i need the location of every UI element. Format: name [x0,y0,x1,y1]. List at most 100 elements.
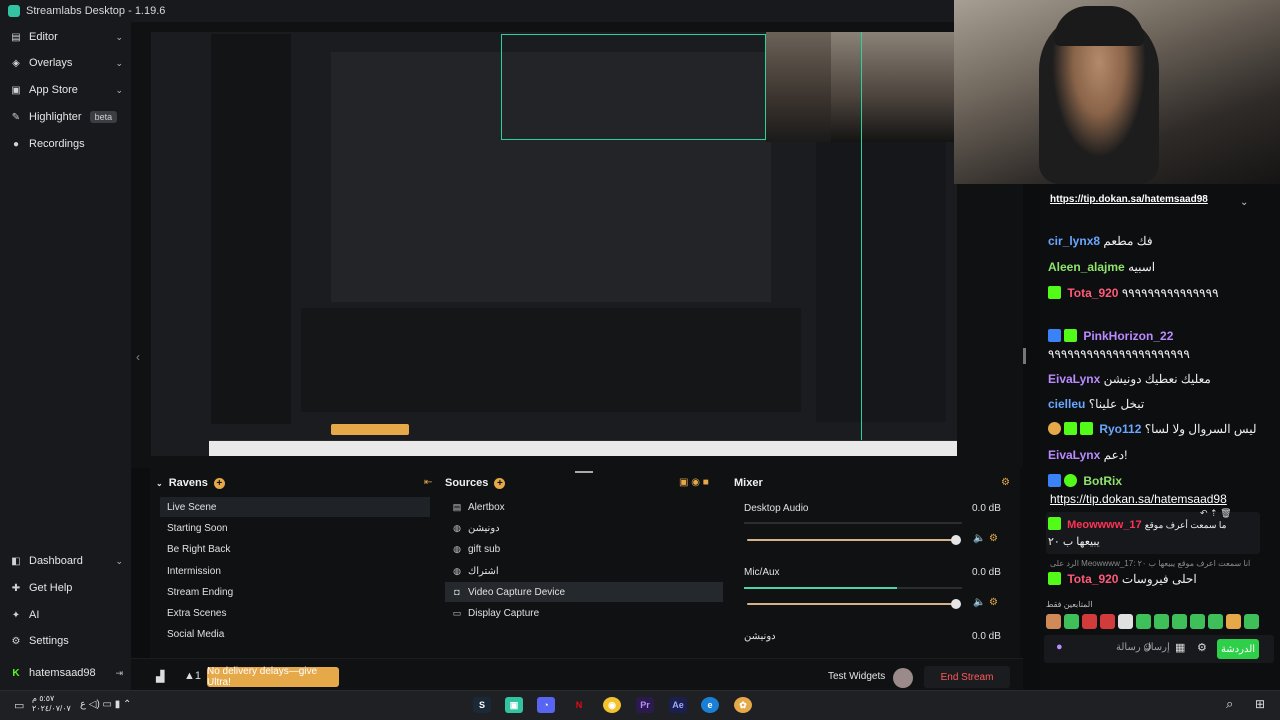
source-item[interactable]: ◍ اشتراك [445,561,723,581]
channel-settings-icon[interactable]: ⚙ [989,597,998,608]
scene-item[interactable]: Intermission [160,561,430,581]
chat-username[interactable]: Tota_920 [1067,286,1118,300]
highlighter-icon: ✎ [11,111,21,123]
network-icon[interactable]: ▭ [14,699,24,712]
chevron-down-icon[interactable]: ⌄ [1240,197,1248,208]
emote-icon[interactable] [1064,614,1079,629]
volume-slider[interactable] [747,599,961,609]
panel-resize-handle[interactable] [1023,348,1026,364]
mixer-settings-icon[interactable]: ⚙ [1001,477,1010,488]
sidebar-item-get-help[interactable]: ✚ Get Help [0,575,131,601]
emote-icon[interactable] [1190,614,1205,629]
chat-username[interactable]: EivaLynx [1048,372,1100,386]
logout-icon[interactable]: ⇥ [115,668,123,679]
panel-drag-handle[interactable] [575,471,593,473]
test-widgets-button[interactable]: Test Widgets [828,671,885,682]
source-item[interactable]: ◘ Video Capture Device [445,582,723,602]
chat-message: Ryo112 ليس السروال ولا لسا؟ [1048,422,1257,436]
stream-preview[interactable] [151,32,957,456]
scene-item[interactable]: Extra Scenes [160,603,430,623]
chevron-down-icon[interactable]: ⌄ [156,479,163,488]
sidebar-item-overlays[interactable]: ◈ Overlays ⌄ [0,50,131,76]
end-stream-button[interactable]: End Stream [924,666,1010,688]
microphone-icon[interactable]: ● [1056,641,1063,653]
source-item[interactable]: ▤ Alertbox [445,497,723,517]
source-item[interactable]: ◍ gift sub [445,539,723,559]
emote-icon[interactable] [1244,614,1259,629]
sidebar-item-recordings[interactable]: ● Recordings [0,131,131,157]
chat-username[interactable]: Tota_920 [1067,572,1118,586]
mute-icon[interactable]: 🔈 [973,533,985,544]
sidebar-item-settings[interactable]: ⚙ Settings [0,628,131,654]
emote-icon[interactable] [1154,614,1169,629]
scene-item[interactable]: Starting Soon [160,518,430,538]
windows-start-icon[interactable]: ⊞ [1255,697,1265,711]
chat-username[interactable]: cielleu [1048,397,1085,411]
sidebar-item-editor[interactable]: ▤ Editor ⌄ [0,24,131,50]
source-item[interactable]: ▭ Display Capture [445,603,723,623]
emote-icon[interactable] [1172,614,1187,629]
pinned-message-link[interactable]: https://tip.dokan.sa/hatemsaad98 [1050,194,1208,205]
streamlabs-icon[interactable]: ✿ [734,697,752,713]
system-tray-icons[interactable]: ع ◁) ▭ ▮ ⌃ [80,699,131,710]
dashboard-icon: ◧ [11,555,21,567]
chat-message-continuation: ٩٩٩٩٩٩٩٩٩٩٩٩٩٩٩٩٩٩٩٩٩٩ [1048,347,1190,361]
store-icon[interactable]: ▦ [1175,641,1185,654]
volume-slider[interactable] [747,535,961,545]
volume-knob[interactable] [951,535,961,545]
volume-knob[interactable] [951,599,961,609]
channel-settings-icon[interactable]: ⚙ [989,533,998,544]
sidebar-item-dashboard[interactable]: ◧ Dashboard ⌄ [0,548,131,574]
chat-username[interactable]: cir_lynx8 [1048,234,1100,248]
gift-badge-icon [1048,422,1061,435]
scene-item[interactable]: Social Media [160,624,430,644]
chrome-icon[interactable]: ◉ [603,697,621,713]
sidebar-item-ai[interactable]: ✦ AI [0,602,131,628]
record-button[interactable] [893,668,913,688]
add-source-button[interactable]: + [494,477,506,489]
emote-icon[interactable] [1118,614,1133,629]
chat-send-button[interactable]: الدردشة [1217,639,1259,659]
chat-username[interactable]: Aleen_alajme [1048,260,1125,274]
emote-icon[interactable] [1136,614,1151,629]
botrix-link[interactable]: https://tip.dokan.sa/hatemsaad98 [1050,492,1227,506]
premiere-icon[interactable]: Pr [636,697,654,713]
emote-icon[interactable] [1082,614,1097,629]
emote-icon[interactable] [1208,614,1223,629]
source-item[interactable]: ◍ دونيشن [445,518,723,538]
chat-username[interactable]: EivaLynx [1048,448,1100,462]
source-selection-box[interactable] [501,34,766,140]
chat-username[interactable]: Ryo112 [1099,422,1141,436]
chat-settings-icon[interactable]: ⚙ [1197,641,1207,654]
streamlabs-app-icon[interactable]: ▣ [505,697,523,713]
sidebar-item-highlighter[interactable]: ✎ Highlighter beta [0,104,131,130]
emote-icon[interactable] [1100,614,1115,629]
aftereffects-icon[interactable]: Ae [669,697,687,713]
chat-username[interactable]: PinkHorizon_22 [1083,329,1173,343]
mute-icon[interactable]: 🔈 [973,597,985,608]
emoji-icon[interactable]: ☺ [1142,641,1153,653]
search-icon[interactable]: ⌕ [1226,696,1233,712]
add-scene-button[interactable]: + [213,477,225,489]
steam-icon[interactable]: S [473,697,491,713]
emote-icon[interactable] [1046,614,1061,629]
sources-tool-icons[interactable]: ▣ ◉ ■ [679,477,709,488]
collection-switch-icon[interactable]: ⇤ [424,477,432,488]
scene-item[interactable]: Stream Ending [160,582,430,602]
notifications-icon[interactable]: ▲1 [184,670,201,682]
edge-icon[interactable]: e [701,697,719,713]
collapse-left-icon[interactable]: ‹ [136,350,140,364]
scene-item[interactable]: Live Scene [160,497,430,517]
netflix-icon[interactable]: N [570,697,588,713]
discord-icon[interactable]: ◔ [537,697,555,713]
sidebar-user[interactable]: K hatemsaad98 ⇥ [0,660,131,686]
performance-icon[interactable]: ▟ [156,670,164,683]
ultra-upsell-button[interactable]: No delivery delays—give Ultra! [207,666,339,688]
sidebar-item-app-store[interactable]: ▣ App Store ⌄ [0,77,131,103]
emote-icon[interactable] [1226,614,1241,629]
scene-item[interactable]: Be Right Back [160,539,430,559]
chat-username[interactable]: Meowwww_17 [1067,519,1142,531]
message-actions[interactable]: ↶ ⇡ 🗑 [1200,508,1232,519]
os-clock[interactable]: ٥:٥٧ م ٢٠٢٤/٠٧/٠٧ [32,694,71,714]
chat-username[interactable]: BotRix [1083,474,1122,488]
